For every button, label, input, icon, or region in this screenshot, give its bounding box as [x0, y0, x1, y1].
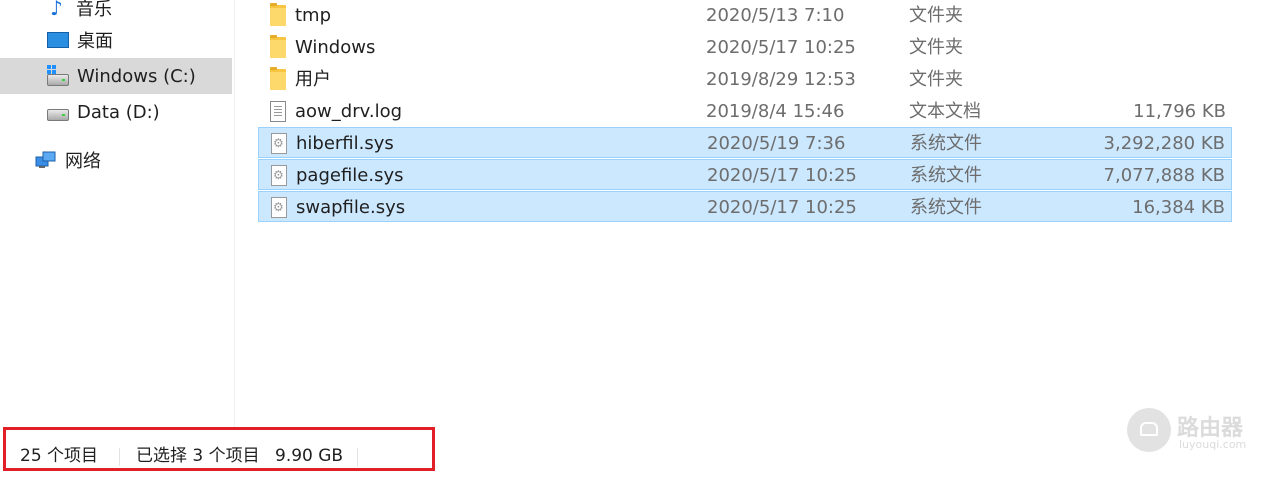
file-type: 文件夹 — [909, 5, 963, 26]
file-row-tmp[interactable]: tmp 2020/5/13 7:10 文件夹 — [258, 0, 1232, 31]
nav-item-label: Data (D:) — [77, 101, 160, 123]
watermark: 路由器 luyouqi.com — [1127, 408, 1267, 458]
nav-item-label: 音乐 — [76, 0, 112, 20]
nav-item-data-d[interactable]: Data (D:) — [0, 94, 232, 130]
file-size: 7,077,888 KB — [1103, 165, 1225, 186]
navigation-pane: ♪ 音乐 桌面 Windows (C:) Data (D:) 网络 — [0, 0, 235, 430]
file-name: swapfile.sys — [296, 197, 406, 218]
file-type: 系统文件 — [910, 197, 982, 218]
nav-item-label: Windows (C:) — [77, 65, 196, 87]
file-name: Windows — [295, 37, 376, 58]
file-name: tmp — [295, 5, 332, 26]
file-size: 3,292,280 KB — [1103, 133, 1225, 154]
nav-item-label: 桌面 — [77, 31, 113, 52]
text-file-icon — [270, 101, 286, 122]
nav-item-network[interactable]: 网络 — [0, 142, 232, 178]
file-date: 2020/5/19 7:36 — [707, 133, 846, 154]
file-size: 16,384 KB — [1132, 197, 1225, 218]
file-name: aow_drv.log — [295, 101, 403, 122]
drive-icon — [47, 109, 69, 121]
folder-icon — [270, 67, 286, 90]
file-date: 2019/8/29 12:53 — [706, 69, 856, 90]
file-date: 2020/5/17 10:25 — [706, 37, 856, 58]
file-row-users[interactable]: 用户 2019/8/29 12:53 文件夹 — [258, 64, 1232, 95]
nav-item-windows-c[interactable]: Windows (C:) — [0, 58, 232, 94]
file-row-hiberfil-sys[interactable]: hiberfil.sys 2020/5/19 7:36 系统文件 3,292,2… — [258, 127, 1232, 158]
file-size: 11,796 KB — [1133, 101, 1226, 122]
folder-icon — [270, 3, 286, 26]
file-row-aow-drv-log[interactable]: aow_drv.log 2019/8/4 15:46 文本文档 11,796 K… — [258, 96, 1232, 127]
watermark-subtext: luyouqi.com — [1179, 438, 1247, 451]
windows-drive-icon — [47, 65, 69, 86]
file-name: pagefile.sys — [296, 165, 404, 186]
file-type: 文件夹 — [909, 37, 963, 58]
file-name: hiberfil.sys — [296, 133, 394, 154]
file-type: 文件夹 — [909, 69, 963, 90]
file-row-pagefile-sys[interactable]: pagefile.sys 2020/5/17 10:25 系统文件 7,077,… — [258, 159, 1232, 190]
file-type: 系统文件 — [910, 133, 982, 154]
nav-item-desktop[interactable]: 桌面 — [0, 22, 232, 58]
file-type: 文本文档 — [909, 101, 981, 122]
highlight-annotation — [3, 427, 435, 471]
file-type: 系统文件 — [910, 165, 982, 186]
router-logo-icon — [1127, 408, 1171, 452]
music-icon: ♪ — [50, 0, 63, 20]
system-file-icon — [271, 133, 287, 154]
system-file-icon — [271, 197, 287, 218]
file-date: 2020/5/17 10:25 — [707, 197, 857, 218]
desktop-icon — [47, 32, 69, 48]
network-icon — [35, 150, 57, 170]
file-row-windows[interactable]: Windows 2020/5/17 10:25 文件夹 — [258, 32, 1232, 63]
file-name: 用户 — [295, 69, 331, 90]
file-date: 2020/5/13 7:10 — [706, 5, 845, 26]
nav-item-label: 网络 — [65, 151, 101, 172]
file-date: 2019/8/4 15:46 — [706, 101, 845, 122]
folder-icon — [270, 35, 286, 58]
file-row-swapfile-sys[interactable]: swapfile.sys 2020/5/17 10:25 系统文件 16,384… — [258, 191, 1232, 222]
system-file-icon — [271, 165, 287, 186]
file-date: 2020/5/17 10:25 — [707, 165, 857, 186]
